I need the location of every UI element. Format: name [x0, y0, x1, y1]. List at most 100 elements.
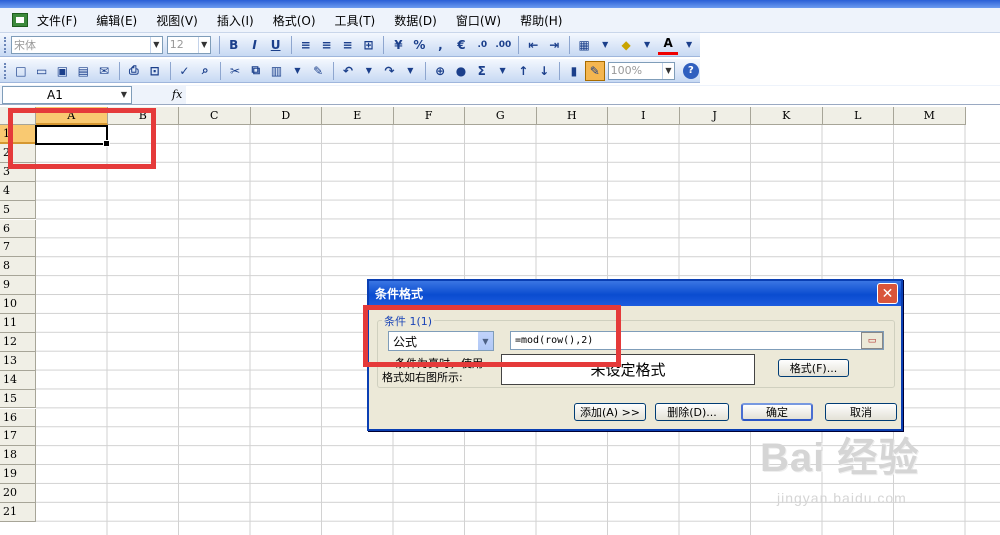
align-right-icon[interactable]: ≡: [338, 35, 358, 55]
euro-button[interactable]: €: [451, 35, 471, 55]
spelling-icon[interactable]: ✓: [175, 61, 195, 81]
copy-icon[interactable]: ⧉: [246, 61, 266, 81]
ink-icon[interactable]: ●: [451, 61, 471, 81]
print-icon[interactable]: ⎙: [124, 61, 144, 81]
excel-app-icon[interactable]: [12, 13, 28, 27]
name-box[interactable]: A1 ▼: [2, 85, 132, 104]
chart-wizard-icon[interactable]: ▮: [564, 61, 584, 81]
row-header-6[interactable]: 6: [0, 219, 36, 239]
paste-icon[interactable]: ▥: [267, 61, 287, 81]
align-left-icon[interactable]: ≡: [296, 35, 316, 55]
italic-button[interactable]: I: [245, 35, 265, 55]
decrease-indent-icon[interactable]: ⇤: [523, 35, 543, 55]
chevron-down-icon[interactable]: ▼: [493, 61, 513, 81]
column-header-g[interactable]: G: [465, 107, 537, 125]
row-header-13[interactable]: 13: [0, 351, 36, 371]
row-header-21[interactable]: 21: [0, 503, 36, 522]
row-header-9[interactable]: 9: [0, 276, 36, 296]
row-header-8[interactable]: 8: [0, 257, 36, 277]
underline-button[interactable]: U: [266, 35, 286, 55]
sort-descending-icon[interactable]: ↓: [534, 61, 554, 81]
font-color-button[interactable]: A: [658, 35, 679, 55]
chevron-down-icon[interactable]: ▼: [149, 36, 162, 53]
collapse-dialog-icon[interactable]: ▭: [861, 332, 883, 349]
toolbar-grip[interactable]: [4, 62, 7, 79]
cancel-button[interactable]: 取消: [825, 403, 897, 421]
research-icon[interactable]: ⌕: [195, 61, 215, 81]
autosum-button[interactable]: Σ: [472, 61, 492, 81]
formula-input[interactable]: [186, 86, 1000, 104]
row-header-5[interactable]: 5: [0, 200, 36, 220]
align-center-icon[interactable]: ≡: [317, 35, 337, 55]
percent-button[interactable]: %: [409, 35, 429, 55]
permission-icon[interactable]: ▤: [73, 61, 93, 81]
chevron-down-icon[interactable]: ▼: [288, 61, 308, 81]
row-header-18[interactable]: 18: [0, 446, 36, 466]
increase-indent-icon[interactable]: ⇥: [544, 35, 564, 55]
menu-edit[interactable]: 编辑(E): [93, 10, 140, 31]
increase-decimal-icon[interactable]: .0: [472, 35, 492, 55]
zoom-combo[interactable]: 100% ▼: [607, 61, 675, 80]
new-file-icon[interactable]: □: [11, 61, 31, 81]
column-header-f[interactable]: F: [393, 107, 465, 125]
close-icon[interactable]: ✕: [877, 283, 898, 304]
save-icon[interactable]: ▣: [53, 61, 73, 81]
row-header-7[interactable]: 7: [0, 238, 36, 258]
undo-icon[interactable]: ↶: [338, 61, 358, 81]
menu-file[interactable]: 文件(F): [34, 10, 80, 31]
chevron-down-icon[interactable]: ▼: [595, 35, 615, 55]
redo-icon[interactable]: ↷: [380, 61, 400, 81]
font-name-combo[interactable]: 宋体 ▼: [11, 35, 163, 54]
row-header-4[interactable]: 4: [0, 181, 36, 201]
chevron-down-icon[interactable]: ▼: [400, 61, 420, 81]
toolbar-grip[interactable]: [4, 36, 7, 53]
menu-insert[interactable]: 插入(I): [214, 10, 257, 31]
column-header-i[interactable]: I: [608, 107, 680, 125]
bold-button[interactable]: B: [224, 35, 244, 55]
fill-color-icon[interactable]: ◆: [616, 35, 636, 55]
merge-center-icon[interactable]: ⊞: [359, 35, 379, 55]
comma-button[interactable]: ,: [430, 35, 450, 55]
column-header-h[interactable]: H: [536, 107, 608, 125]
column-header-j[interactable]: J: [679, 107, 751, 125]
column-header-k[interactable]: K: [751, 107, 823, 125]
chevron-down-icon[interactable]: ▼: [662, 62, 674, 79]
column-header-l[interactable]: L: [822, 107, 894, 125]
fx-icon[interactable]: fx: [172, 88, 182, 101]
email-icon[interactable]: ✉: [94, 61, 114, 81]
format-button[interactable]: 格式(F)...: [778, 359, 849, 377]
row-header-11[interactable]: 11: [0, 314, 36, 333]
row-header-15[interactable]: 15: [0, 389, 36, 409]
row-header-10[interactable]: 10: [0, 295, 36, 314]
drawing-icon[interactable]: ✎: [584, 60, 605, 81]
row-header-20[interactable]: 20: [0, 484, 36, 503]
delete-condition-button[interactable]: 删除(D)...: [655, 403, 729, 421]
menu-tools[interactable]: 工具(T): [332, 10, 379, 31]
row-header-12[interactable]: 12: [0, 332, 36, 352]
column-header-e[interactable]: E: [322, 107, 394, 125]
help-icon[interactable]: ?: [683, 62, 699, 79]
chevron-down-icon[interactable]: ▼: [637, 35, 657, 55]
ok-button[interactable]: 确定: [741, 403, 813, 421]
chevron-down-icon[interactable]: ▼: [117, 90, 131, 99]
font-size-combo[interactable]: 12 ▼: [166, 35, 211, 54]
add-condition-button[interactable]: 添加(A) >>: [574, 403, 646, 421]
menu-format[interactable]: 格式(O): [270, 10, 319, 31]
menu-data[interactable]: 数据(D): [391, 10, 440, 31]
row-header-14[interactable]: 14: [0, 370, 36, 390]
chevron-down-icon[interactable]: ▼: [679, 35, 699, 55]
menu-window[interactable]: 窗口(W): [453, 10, 504, 31]
row-header-19[interactable]: 19: [0, 465, 36, 485]
open-folder-icon[interactable]: ▭: [32, 61, 52, 81]
column-header-d[interactable]: D: [250, 107, 322, 125]
hyperlink-icon[interactable]: ⊕: [430, 61, 450, 81]
column-header-m[interactable]: M: [894, 107, 966, 125]
column-header-c[interactable]: C: [179, 107, 251, 125]
menu-view[interactable]: 视图(V): [153, 10, 201, 31]
format-painter-icon[interactable]: ✎: [308, 61, 328, 81]
currency-icon[interactable]: ¥: [388, 35, 408, 55]
print-preview-icon[interactable]: ⊡: [145, 61, 165, 81]
row-header-16[interactable]: 16: [0, 408, 36, 428]
sort-ascending-icon[interactable]: ↑: [513, 61, 533, 81]
chevron-down-icon[interactable]: ▼: [359, 61, 379, 81]
